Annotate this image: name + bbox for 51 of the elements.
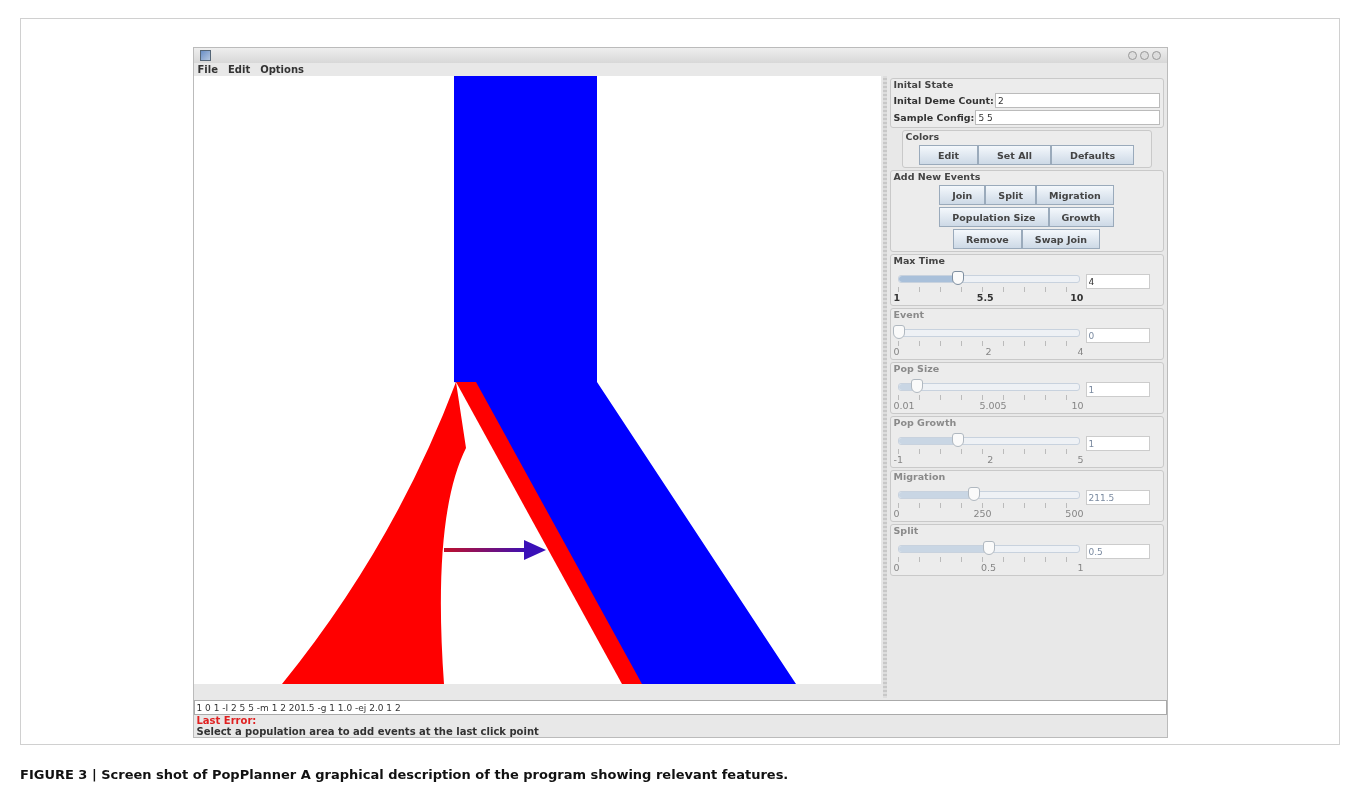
menu-item[interactable]: File (197, 64, 218, 75)
group-title: Pop Size (893, 363, 941, 375)
event-button[interactable]: Join (939, 185, 986, 205)
field-label: Sample Config: (893, 112, 975, 123)
menu-item[interactable]: Options (260, 64, 304, 75)
tick-label: 2 (985, 346, 992, 357)
event-button[interactable]: Population Size (939, 207, 1049, 227)
tick-label: 500 (1065, 508, 1084, 519)
group-title: Add New Events (893, 171, 982, 183)
command-field[interactable]: 1 0 1 -I 2 5 5 -m 1 2 201.5 -g 1 1.0 -ej 2.0 1 2 (193, 700, 1167, 715)
tick-label: 4 (1077, 346, 1084, 357)
app-icon (199, 50, 211, 61)
tick-label: 10 (1071, 400, 1084, 411)
tick-label: 5 (1077, 454, 1084, 465)
tick-label: 1 (893, 292, 901, 303)
slider-thumb[interactable] (951, 271, 964, 285)
field-label: Inital Deme Count: (893, 95, 994, 106)
group-title: Colors (905, 131, 941, 143)
event-button[interactable]: Split (985, 185, 1037, 205)
tick-label: -1 (893, 454, 903, 465)
input-field[interactable]: 2 (994, 93, 1160, 108)
tick-label: 10 (1070, 292, 1084, 303)
tick-label: 0 (893, 508, 900, 519)
tick-label: 0.01 (893, 400, 915, 411)
group-title: Split (893, 525, 920, 537)
event-button[interactable]: Remove (952, 229, 1022, 249)
menu-item[interactable]: Edit (227, 64, 251, 75)
group-title: Pop Growth (893, 417, 958, 429)
color-button[interactable]: Defaults (1051, 145, 1135, 165)
color-button[interactable]: Edit (918, 145, 978, 165)
status-message: Select a population area to add events at the last click point (195, 726, 540, 737)
group-title: Inital State (893, 79, 955, 91)
figure-caption: FIGURE 3 | Screen shot of PopPlanner A graphical description of the program showing relevant features. (20, 767, 790, 782)
tick-label: 2 (987, 454, 994, 465)
event-button[interactable]: Growth (1048, 207, 1114, 227)
error-label: Last Error: (195, 715, 258, 726)
group-title: Migration (893, 471, 947, 483)
tick-label: 5.5 (976, 292, 994, 303)
tick-label: 0 (893, 346, 900, 357)
group-title: Max Time (893, 255, 946, 267)
tick-label: 250 (973, 508, 992, 519)
color-button[interactable]: Set All (978, 145, 1051, 165)
tick-label: 5.005 (979, 400, 1007, 411)
group-title: Event (893, 309, 925, 321)
event-button[interactable]: Swap Join (1021, 229, 1100, 249)
value-field[interactable]: 4 (1085, 274, 1150, 289)
event-button[interactable]: Migration (1036, 185, 1114, 205)
tick-label: 0.5 (980, 562, 997, 573)
tick-label: 1 (1077, 562, 1084, 573)
tick-label: 0 (893, 562, 900, 573)
input-field[interactable]: 5 5 (975, 110, 1160, 125)
